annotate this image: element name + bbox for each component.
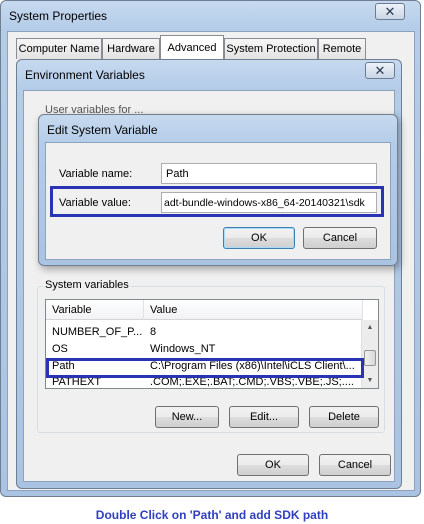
environment-variables-close-button[interactable]: ✕	[365, 62, 395, 79]
edit-variable-button[interactable]: Edit...	[229, 406, 299, 428]
scroll-thumb[interactable]	[364, 350, 376, 366]
env-cancel-button[interactable]: Cancel	[319, 454, 391, 476]
close-icon: ✕	[374, 63, 386, 78]
tab-computer-name[interactable]: Computer Name	[16, 38, 102, 59]
system-variables-label: System variables	[43, 279, 131, 291]
tab-label: Computer Name	[18, 43, 100, 55]
delete-variable-button[interactable]: Delete	[309, 406, 379, 428]
variable-cell: OS	[52, 343, 68, 355]
edit-system-variable-dialog: Edit System Variable ✕ Variable name: Pa…	[38, 114, 398, 266]
variable-name-label: Variable name:	[59, 168, 133, 180]
table-row[interactable]: OS Windows_NT	[46, 343, 363, 357]
system-properties-close-button[interactable]: ✕	[375, 3, 405, 20]
table-row[interactable]: NUMBER_OF_P... 8	[46, 326, 363, 340]
column-header-value[interactable]: Value	[144, 300, 363, 320]
environment-variables-title: Environment Variables	[25, 68, 145, 82]
variable-value-highlight	[50, 186, 384, 217]
value-cell: 8	[150, 326, 157, 338]
tab-advanced[interactable]: Advanced	[160, 35, 224, 60]
tab-system-protection[interactable]: System Protection	[224, 38, 318, 59]
path-row-highlight	[46, 358, 364, 378]
tab-label: Remote	[322, 43, 362, 55]
close-icon: ✕	[384, 4, 396, 19]
tab-remote[interactable]: Remote	[318, 38, 366, 59]
edit-cancel-button[interactable]: Cancel	[303, 227, 377, 249]
tab-label: Advanced	[167, 42, 217, 54]
tab-hardware[interactable]: Hardware	[102, 38, 160, 59]
list-header: Variable Value	[46, 300, 363, 320]
tab-label: System Protection	[226, 43, 316, 55]
scroll-up-icon[interactable]: ▲	[362, 320, 378, 335]
variable-name-input[interactable]: Path	[161, 163, 377, 184]
value-cell: Windows_NT	[150, 343, 216, 355]
scroll-down-icon[interactable]: ▼	[362, 373, 378, 388]
variable-cell: NUMBER_OF_P...	[52, 326, 143, 338]
edit-system-variable-title: Edit System Variable	[47, 123, 158, 137]
column-header-variable[interactable]: Variable	[46, 300, 144, 320]
instruction-caption: Double Click on 'Path' and add SDK path	[95, 508, 329, 522]
new-variable-button[interactable]: New...	[155, 406, 219, 428]
tab-label: Hardware	[107, 43, 155, 55]
edit-ok-button[interactable]: OK	[223, 227, 295, 249]
env-ok-button[interactable]: OK	[237, 454, 309, 476]
system-properties-title: System Properties	[9, 9, 108, 23]
